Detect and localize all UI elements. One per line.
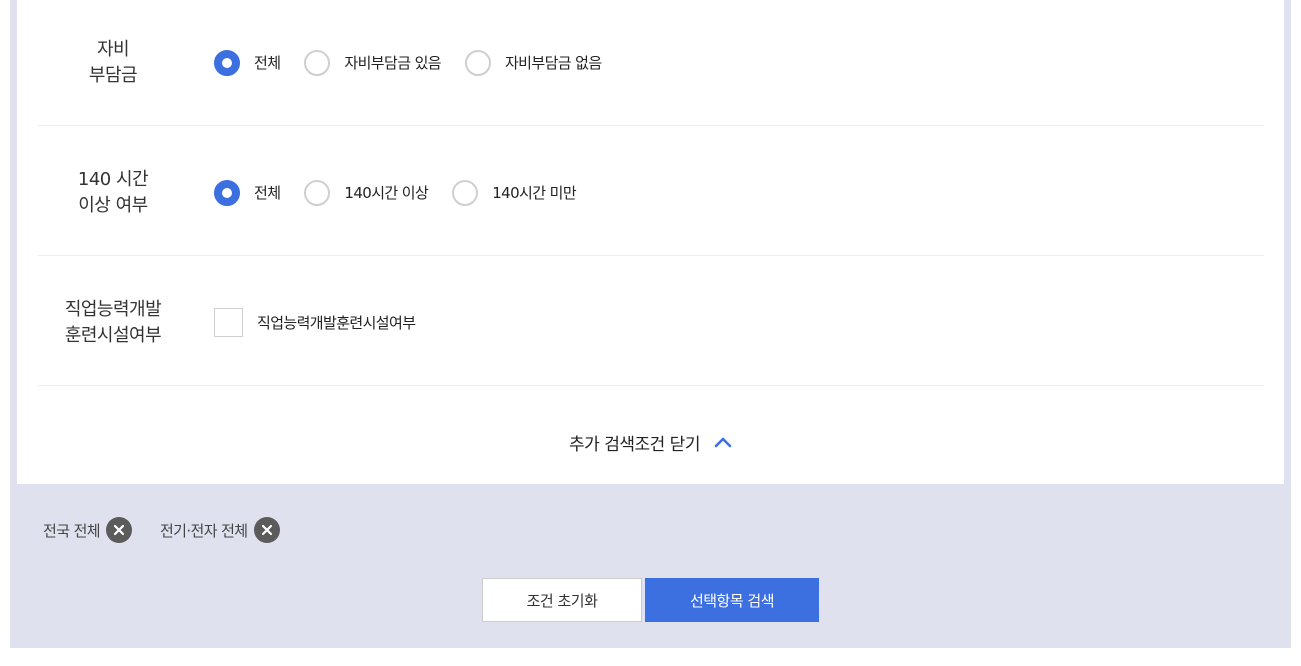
tag-label: 전기·전자 전체 bbox=[159, 521, 248, 540]
radio-option-self-pay-all[interactable]: 전체 bbox=[214, 49, 281, 76]
filter-row-training-facility: 직업능력개발 훈련시설여부 직업능력개발훈련시설여부 bbox=[38, 260, 1264, 386]
self-pay-options: 전체 자비부담금 있음 자비부담금 없음 bbox=[214, 0, 626, 125]
checkbox-option-training-facility[interactable]: 직업능력개발훈련시설여부 bbox=[214, 308, 416, 337]
filter-label-text: 직업능력개발 훈련시설여부 bbox=[64, 298, 162, 346]
radio-button[interactable] bbox=[304, 49, 331, 76]
action-buttons: 조건 초기화 선택항목 검색 bbox=[482, 578, 819, 622]
radio-label: 140시간 이상 bbox=[344, 184, 429, 202]
chevron-up-icon bbox=[714, 437, 732, 448]
radio-label: 140시간 미만 bbox=[492, 184, 577, 202]
selected-conditions: 전국 전체 전기·전자 전체 bbox=[43, 517, 308, 543]
radio-option-hours-over[interactable]: 140시간 이상 bbox=[304, 179, 429, 206]
close-advanced-search-label: 추가 검색조건 닫기 bbox=[569, 434, 700, 455]
hours-options: 전체 140시간 이상 140시간 미만 bbox=[214, 130, 600, 255]
radio-label: 자비부담금 없음 bbox=[504, 54, 602, 72]
filter-label-text: 140 시간 이상 여부 bbox=[77, 168, 149, 216]
reset-conditions-button[interactable]: 조건 초기화 bbox=[482, 578, 642, 622]
filter-row-self-pay: 자비 부담금 전체 자비부담금 있음 자비부담금 없음 bbox=[38, 0, 1264, 126]
close-circle-icon[interactable] bbox=[253, 517, 280, 543]
radio-label: 자비부담금 있음 bbox=[344, 54, 441, 72]
radio-button[interactable] bbox=[452, 179, 479, 206]
filter-label-training-facility: 직업능력개발 훈련시설여부 bbox=[38, 260, 188, 385]
search-filter-container: 자비 부담금 전체 자비부담금 있음 자비부담금 없음 140 시간 이상 여부… bbox=[10, 0, 1291, 648]
radio-button-selected[interactable] bbox=[214, 179, 240, 206]
filter-label-text: 자비 부담금 bbox=[88, 38, 138, 86]
radio-button-selected[interactable] bbox=[214, 49, 240, 76]
radio-option-self-pay-yes[interactable]: 자비부담금 있음 bbox=[304, 49, 442, 76]
selected-tag: 전국 전체 bbox=[43, 517, 132, 543]
radio-option-hours-under[interactable]: 140시간 미만 bbox=[452, 179, 577, 206]
advanced-filter-panel: 자비 부담금 전체 자비부담금 있음 자비부담금 없음 140 시간 이상 여부… bbox=[17, 0, 1284, 484]
checkbox-label: 직업능력개발훈련시설여부 bbox=[257, 314, 416, 332]
training-facility-options: 직업능력개발훈련시설여부 bbox=[214, 260, 439, 385]
selected-tag: 전기·전자 전체 bbox=[160, 517, 280, 543]
filter-label-self-pay: 자비 부담금 bbox=[38, 0, 188, 125]
close-advanced-search-toggle[interactable]: 추가 검색조건 닫기 bbox=[17, 420, 1284, 464]
checkbox[interactable] bbox=[214, 308, 243, 337]
radio-button[interactable] bbox=[464, 49, 491, 76]
tag-label: 전국 전체 bbox=[43, 521, 101, 540]
radio-option-self-pay-no[interactable]: 자비부담금 없음 bbox=[464, 49, 602, 76]
radio-button[interactable] bbox=[304, 179, 331, 206]
filter-row-140-hours: 140 시간 이상 여부 전체 140시간 이상 140시간 미만 bbox=[38, 130, 1264, 256]
search-selected-button[interactable]: 선택항목 검색 bbox=[645, 578, 819, 622]
radio-label: 전체 bbox=[254, 54, 281, 72]
filter-label-140-hours: 140 시간 이상 여부 bbox=[38, 130, 188, 255]
radio-label: 전체 bbox=[254, 184, 281, 202]
close-circle-icon[interactable] bbox=[105, 517, 132, 543]
radio-option-hours-all[interactable]: 전체 bbox=[214, 179, 281, 206]
